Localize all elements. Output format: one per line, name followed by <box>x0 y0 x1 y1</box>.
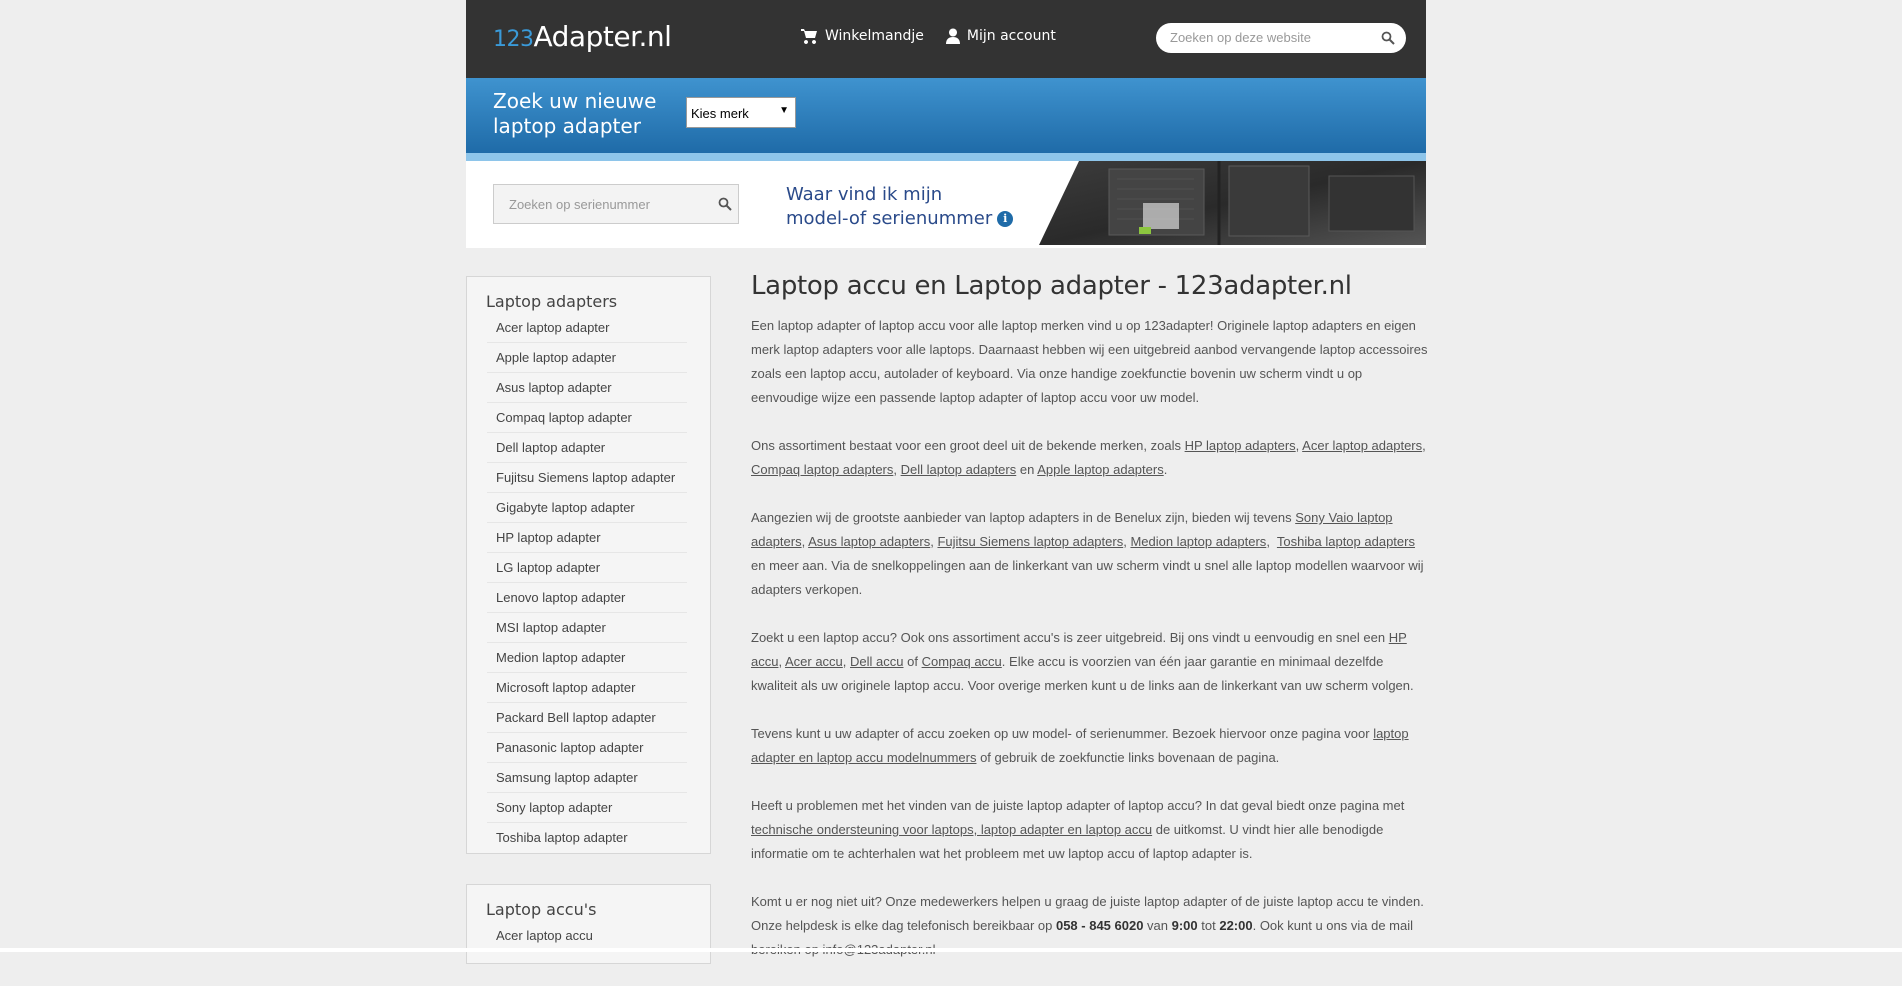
text: , <box>842 654 851 669</box>
logo-text: Adapter.nl <box>533 20 672 53</box>
site-search-input[interactable] <box>1170 30 1370 45</box>
hours-to: 22:00 <box>1219 918 1253 933</box>
sidebar-item-compaq[interactable]: Compaq laptop adapter <box>487 403 687 433</box>
text: Tevens kunt u uw adapter of accu zoeken … <box>751 726 1374 741</box>
text: of gebruik de zoekfunctie links bovenaan… <box>976 750 1280 765</box>
bottom-edge <box>0 948 1902 952</box>
finder-title-line2: laptop adapter <box>493 114 641 138</box>
user-icon <box>945 28 960 44</box>
text: en <box>1016 462 1038 477</box>
sidebar-item-sony[interactable]: Sony laptop adapter <box>487 793 687 823</box>
dropdown-arrow-icon: ▼ <box>779 105 789 116</box>
support-paragraph: Heeft u problemen met het vinden van de … <box>751 794 1431 866</box>
serial-help-line2: model-of serienummer <box>786 208 993 229</box>
text: , <box>1422 438 1426 453</box>
info-icon[interactable]: i <box>997 211 1014 227</box>
model-paragraph: Tevens kunt u uw adapter of accu zoeken … <box>751 722 1431 770</box>
search-icon[interactable] <box>718 197 732 211</box>
text: en meer aan. Via de snelkoppelingen aan … <box>751 558 1424 597</box>
accu-paragraph: Zoekt u een laptop accu? Ook ons assorti… <box>751 626 1431 698</box>
sidebar-item-hp[interactable]: HP laptop adapter <box>487 523 687 553</box>
dell-adapters-link[interactable]: Dell laptop adapters <box>901 462 1017 477</box>
text: , <box>893 462 901 477</box>
sidebar-item-packard-bell[interactable]: Packard Bell laptop adapter <box>487 703 687 733</box>
apple-adapters-link[interactable]: Apple laptop adapters <box>1037 462 1163 477</box>
sidebar-item-msi[interactable]: MSI laptop adapter <box>487 613 687 643</box>
sidebar-item-toshiba[interactable]: Toshiba laptop adapter <box>487 823 687 853</box>
sidebar-item-lg[interactable]: LG laptop adapter <box>487 553 687 583</box>
acer-adapters-link[interactable]: Acer laptop adapters <box>1302 438 1422 453</box>
sidebar-item-fujitsu-siemens[interactable]: Fujitsu Siemens laptop adapter <box>487 463 687 493</box>
serial-search <box>493 184 739 224</box>
laptop-bottom-image <box>1039 161 1426 245</box>
intro-paragraph: Een laptop adapter of laptop accu voor a… <box>751 318 1428 405</box>
sidebar-item-apple[interactable]: Apple laptop adapter <box>487 343 687 373</box>
phone-number: 058 - 845 6020 <box>1055 918 1144 933</box>
finder-title-line1: Zoek uw nieuwe <box>493 89 657 113</box>
sidebar-item-acer[interactable]: Acer laptop adapter <box>487 313 687 343</box>
serial-help-line1: Waar vind ik mijn <box>786 184 943 205</box>
top-header: 123Adapter.nl Winkelmandje Mijn account <box>466 0 1426 78</box>
cart-link[interactable]: Winkelmandje <box>801 28 924 44</box>
brand-select[interactable]: Kies merk ▼ <box>686 97 796 128</box>
sidebar-item-panasonic[interactable]: Panasonic laptop adapter <box>487 733 687 763</box>
logo-prefix: 123 <box>493 27 534 52</box>
cart-icon <box>801 28 817 44</box>
hp-adapters-link[interactable]: HP laptop adapters <box>1185 438 1296 453</box>
serial-help-link[interactable]: Waar vind ik mijn model-of serienummer i <box>786 183 1014 231</box>
serial-search-input[interactable] <box>509 197 699 212</box>
text: Aangezien wij de grootste aanbieder van … <box>751 510 1296 525</box>
compaq-adapters-link[interactable]: Compaq laptop adapters <box>751 462 893 477</box>
page-wrapper: 123Adapter.nl Winkelmandje Mijn account … <box>466 0 1427 964</box>
account-link[interactable]: Mijn account <box>945 28 1056 44</box>
tech-support-link[interactable]: technische ondersteuning voor laptops, l… <box>751 822 1152 837</box>
text: of <box>903 654 922 669</box>
adapter-finder-bar: Zoek uw nieuwe laptop adapter Kies merk … <box>466 78 1426 153</box>
sidebar-adapters: Laptop adapters Acer laptop adapter Appl… <box>466 276 711 854</box>
hours-from: 9:00 <box>1171 918 1198 933</box>
text: Heeft u problemen met het vinden van de … <box>751 798 1405 813</box>
divider-stripe <box>466 153 1426 161</box>
page-title: Laptop accu en Laptop adapter - 123adapt… <box>751 271 1352 301</box>
compaq-accu-link[interactable]: Compaq accu <box>922 654 1002 669</box>
sidebar-adapters-title: Laptop adapters <box>486 292 618 311</box>
site-search <box>1156 23 1406 53</box>
toshiba-adapters-link[interactable]: Toshiba laptop adapters <box>1277 534 1415 549</box>
text: van <box>1143 918 1172 933</box>
text: , <box>1266 534 1277 549</box>
cart-label: Winkelmandje <box>825 28 924 44</box>
text: Ons assortiment bestaat voor een groot d… <box>751 438 1185 453</box>
sidebar-item-lenovo[interactable]: Lenovo laptop adapter <box>487 583 687 613</box>
sidebar-item-samsung[interactable]: Samsung laptop adapter <box>487 763 687 793</box>
dell-accu-link[interactable]: Dell accu <box>850 654 903 669</box>
text: Zoekt u een laptop accu? Ook ons assorti… <box>751 630 1389 645</box>
acer-accu-link[interactable]: Acer accu <box>785 654 843 669</box>
sidebar-accus-title: Laptop accu's <box>486 900 597 919</box>
serial-search-row: Waar vind ik mijn model-of serienummeri <box>466 161 1426 248</box>
benelux-paragraph: Aangezien wij de grootste aanbieder van … <box>751 506 1431 602</box>
account-label: Mijn account <box>966 28 1056 44</box>
sidebar-item-medion[interactable]: Medion laptop adapter <box>487 643 687 673</box>
site-logo[interactable]: 123Adapter.nl <box>493 20 672 53</box>
sidebar-item-dell[interactable]: Dell laptop adapter <box>487 433 687 463</box>
brands-paragraph: Ons assortiment bestaat voor een groot d… <box>751 434 1431 482</box>
asus-adapters-link[interactable]: Asus laptop adapters <box>808 534 930 549</box>
search-icon[interactable] <box>1381 31 1395 45</box>
finder-title: Zoek uw nieuwe laptop adapter <box>493 89 656 139</box>
medion-adapters-link[interactable]: Medion laptop adapters <box>1130 534 1266 549</box>
text: tot <box>1197 918 1220 933</box>
text: . <box>1163 462 1168 477</box>
sidebar-accus: Laptop accu's Acer laptop accu <box>466 884 711 964</box>
brand-select-value: Kies merk <box>691 106 749 121</box>
sidebar-item-acer-accu[interactable]: Acer laptop accu <box>487 921 687 951</box>
sidebar-item-gigabyte[interactable]: Gigabyte laptop adapter <box>487 493 687 523</box>
main-content: Laptop accu en Laptop adapter - 123adapt… <box>751 268 1431 986</box>
sidebar-item-asus[interactable]: Asus laptop adapter <box>487 373 687 403</box>
sidebar-item-microsoft[interactable]: Microsoft laptop adapter <box>487 673 687 703</box>
top-nav: Winkelmandje Mijn account <box>801 28 1056 44</box>
fujitsu-adapters-link[interactable]: Fujitsu Siemens laptop adapters <box>937 534 1123 549</box>
